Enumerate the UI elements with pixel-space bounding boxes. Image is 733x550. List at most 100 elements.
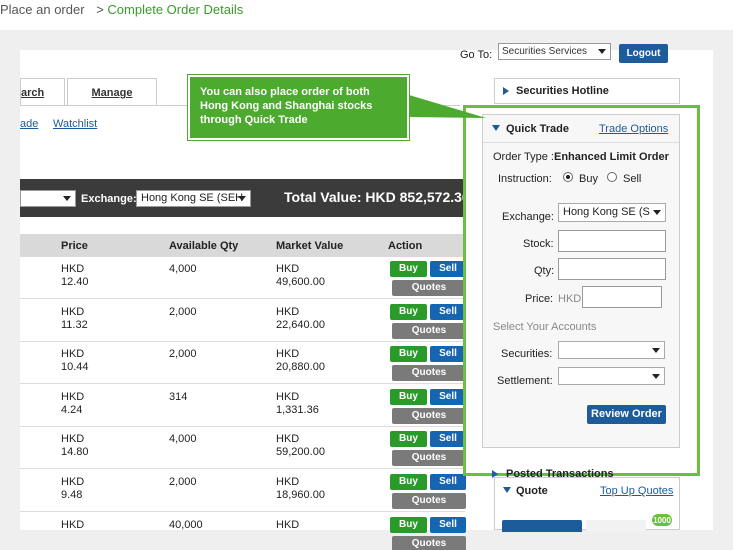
exchange-select[interactable]: Hong Kong SE (SEH xyxy=(136,190,251,207)
sublink-trade[interactable]: ade xyxy=(20,118,38,130)
sell-button[interactable]: Sell xyxy=(430,261,466,277)
goto-select-value: Securities Services xyxy=(502,46,588,57)
buy-radio[interactable] xyxy=(563,172,573,182)
trade-options-link[interactable]: Trade Options xyxy=(599,123,668,135)
available-qty: 2,000 xyxy=(169,306,197,318)
market-value-currency: HKD xyxy=(276,348,300,360)
exchange-label: Exchange: xyxy=(81,193,137,205)
quote-tab[interactable] xyxy=(586,520,646,532)
price-value: 10.44 xyxy=(61,361,89,373)
col-price: Price xyxy=(61,240,88,252)
chevron-down-icon xyxy=(598,49,606,54)
buy-button[interactable]: Buy xyxy=(390,261,427,277)
total-value: Total Value: HKD 852,572.36 xyxy=(284,189,470,205)
callout-line-2: Hong Kong and Shanghai stocks xyxy=(200,100,373,112)
sell-button[interactable]: Sell xyxy=(430,389,466,405)
available-qty: 4,000 xyxy=(169,263,197,275)
quotes-button[interactable]: Quotes xyxy=(392,365,466,381)
chevron-down-icon xyxy=(653,210,661,215)
col-available-qty: Available Qty xyxy=(169,240,239,252)
quotes-button[interactable]: Quotes xyxy=(392,408,466,424)
quote-tab-active[interactable] xyxy=(502,520,582,532)
top-up-quotes-link[interactable]: Top Up Quotes xyxy=(600,485,673,497)
market-value: 18,960.00 xyxy=(276,489,325,501)
sell-button[interactable]: Sell xyxy=(430,474,466,490)
price-value: 12.40 xyxy=(61,276,89,288)
buy-button[interactable]: Buy xyxy=(390,389,427,405)
buy-button[interactable]: Buy xyxy=(390,431,427,447)
sell-button[interactable]: Sell xyxy=(430,346,466,362)
quote-count-badge: 1000 xyxy=(651,513,673,527)
available-qty: 2,000 xyxy=(169,476,197,488)
account-select[interactable] xyxy=(20,190,76,207)
triangle-down-icon xyxy=(503,487,511,493)
market-value-currency: HKD xyxy=(276,476,300,488)
quotes-button[interactable]: Quotes xyxy=(392,493,466,509)
price-currency: HKD xyxy=(61,306,85,318)
breadcrumb-current: Complete Order Details xyxy=(107,2,244,17)
market-value: 22,640.00 xyxy=(276,319,325,331)
market-value: 20,880.00 xyxy=(276,361,325,373)
market-value-currency: HKD xyxy=(276,391,300,403)
qty-label: Qty: xyxy=(534,265,555,277)
logout-button[interactable]: Logout xyxy=(619,44,668,63)
exchange-select-value: Hong Kong SE (SEH xyxy=(141,192,244,204)
sublink-watchlist[interactable]: Watchlist xyxy=(53,118,97,130)
price-value: 11.32 xyxy=(61,319,88,331)
settlement-account-select[interactable] xyxy=(558,367,665,385)
quotes-button[interactable]: Quotes xyxy=(392,536,466,550)
qty-input[interactable] xyxy=(558,258,666,280)
select-accounts-label: Select Your Accounts xyxy=(493,321,597,333)
market-value: 59,200.00 xyxy=(276,446,325,458)
review-order-button[interactable]: Review Order xyxy=(587,405,666,424)
quotes-button[interactable]: Quotes xyxy=(392,323,466,339)
sell-radio[interactable] xyxy=(607,172,617,182)
price-label: Price: xyxy=(525,293,554,305)
chevron-down-icon xyxy=(652,374,660,379)
breadcrumb-parent[interactable]: Place an order xyxy=(0,2,85,17)
goto-label: Go To: xyxy=(460,49,493,61)
settlement-account-label: Settlement: xyxy=(497,375,553,387)
quick-trade-divider xyxy=(483,142,679,143)
sell-radio-label[interactable]: Sell xyxy=(623,173,641,185)
col-market-value: Market Value xyxy=(276,240,344,252)
breadcrumb-separator: > xyxy=(96,2,104,17)
buy-button[interactable]: Buy xyxy=(390,346,427,362)
buy-button[interactable]: Buy xyxy=(390,517,427,533)
tab-search[interactable]: arch xyxy=(20,78,65,106)
callout-line-3: through Quick Trade xyxy=(200,114,308,126)
instruction-label: Instruction: xyxy=(498,173,552,185)
price-currency: HKD xyxy=(61,348,85,360)
triangle-down-icon xyxy=(492,125,500,131)
quick-trade-panel xyxy=(482,114,680,448)
price-value: 9.48 xyxy=(61,489,83,501)
buy-button[interactable]: Buy xyxy=(390,304,427,320)
price-input[interactable] xyxy=(582,286,662,308)
stock-label: Stock: xyxy=(523,238,554,250)
sell-button[interactable]: Sell xyxy=(430,431,466,447)
sell-button[interactable]: Sell xyxy=(430,304,466,320)
securities-account-select[interactable] xyxy=(558,341,665,359)
price-value: 14.80 xyxy=(61,446,89,458)
available-qty: 314 xyxy=(169,391,188,403)
quotes-button[interactable]: Quotes xyxy=(392,280,466,296)
order-type-value: Enhanced Limit Order xyxy=(554,151,669,163)
sell-button[interactable]: Sell xyxy=(430,517,466,533)
goto-select[interactable]: Securities Services xyxy=(498,43,611,60)
market-value-currency: HKD xyxy=(276,433,300,445)
quick-trade-title[interactable]: Quick Trade xyxy=(506,123,569,135)
qt-exchange-select[interactable]: Hong Kong SE (S xyxy=(558,203,666,222)
price-value: 4.24 xyxy=(61,404,83,416)
quote-title[interactable]: Quote xyxy=(516,485,548,497)
order-type-label: Order Type : xyxy=(493,151,554,163)
available-qty: 4,000 xyxy=(169,433,197,445)
buy-button[interactable]: Buy xyxy=(390,474,427,490)
securities-hotline-title[interactable]: Securities Hotline xyxy=(516,85,609,97)
stock-input[interactable] xyxy=(558,230,666,252)
qt-exchange-value: Hong Kong SE (S xyxy=(563,206,650,218)
buy-radio-label[interactable]: Buy xyxy=(579,173,598,185)
available-qty: 2,000 xyxy=(169,348,197,360)
quotes-button[interactable]: Quotes xyxy=(392,450,466,466)
callout-line-1: You can also place order of both xyxy=(200,86,370,98)
tab-manage[interactable]: Manage xyxy=(67,78,157,106)
